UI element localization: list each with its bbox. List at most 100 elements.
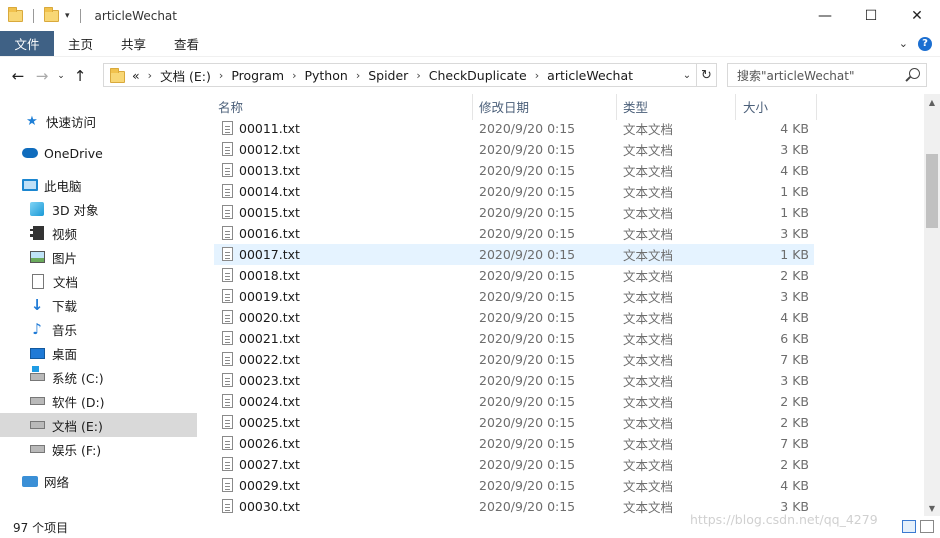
- chevron-right-icon[interactable]: ›: [416, 69, 420, 82]
- column-divider[interactable]: [735, 94, 736, 120]
- file-date: 2020/9/20 0:15: [479, 310, 576, 325]
- up-button[interactable]: ↑: [68, 64, 92, 88]
- column-header-date[interactable]: 修改日期: [479, 94, 616, 118]
- sidebar-item-documents[interactable]: 文档: [0, 269, 197, 293]
- breadcrumb-spider[interactable]: Spider: [368, 68, 408, 83]
- text-file-icon: [222, 184, 233, 198]
- details-view-icon[interactable]: [902, 520, 916, 533]
- file-row[interactable]: 00012.txt 2020/9/20 0:15 文本文档 3 KB: [214, 139, 814, 160]
- recent-locations-icon[interactable]: ⌄: [54, 64, 68, 88]
- file-type: 文本文档: [623, 311, 674, 326]
- chevron-down-icon[interactable]: ⌄: [678, 70, 696, 81]
- film-icon: [30, 226, 44, 240]
- file-row[interactable]: 00015.txt 2020/9/20 0:15 文本文档 1 KB: [214, 202, 814, 223]
- sidebar-item-drive-e[interactable]: 文档 (E:): [0, 413, 197, 437]
- breadcrumb-python[interactable]: Python: [304, 68, 347, 83]
- help-icon[interactable]: ?: [918, 36, 932, 51]
- chevron-right-icon[interactable]: ›: [292, 69, 296, 82]
- file-row[interactable]: 00013.txt 2020/9/20 0:15 文本文档 4 KB: [214, 160, 814, 181]
- file-row[interactable]: 00023.txt 2020/9/20 0:15 文本文档 3 KB: [214, 370, 814, 391]
- chevron-right-icon[interactable]: ›: [535, 69, 539, 82]
- breadcrumb-program[interactable]: Program: [231, 68, 284, 83]
- sidebar-item-drive-d[interactable]: 软件 (D:): [0, 389, 197, 413]
- breadcrumb-drive[interactable]: 文档 (E:): [160, 66, 211, 85]
- file-row[interactable]: 00022.txt 2020/9/20 0:15 文本文档 7 KB: [214, 349, 814, 370]
- search-input[interactable]: 搜索"articleWechat": [727, 63, 927, 87]
- file-row[interactable]: 00014.txt 2020/9/20 0:15 文本文档 1 KB: [214, 181, 814, 202]
- sidebar-item-label: 系统 (C:): [52, 370, 104, 386]
- file-row[interactable]: 00026.txt 2020/9/20 0:15 文本文档 7 KB: [214, 433, 814, 454]
- sidebar-item-downloads[interactable]: ↓ 下载: [0, 293, 197, 317]
- breadcrumb-articlewechat[interactable]: articleWechat: [547, 68, 633, 83]
- file-name: 00013.txt: [239, 163, 300, 178]
- file-list: ⌃ 名称 修改日期 类型 大小 00011.txt 2020/9/20 0:15 文…: [214, 94, 926, 516]
- file-row[interactable]: 00024.txt 2020/9/20 0:15 文本文档 2 KB: [214, 391, 814, 412]
- sidebar-item-music[interactable]: ♪ 音乐: [0, 317, 197, 341]
- tab-share[interactable]: 共享: [107, 31, 160, 56]
- tab-view[interactable]: 查看: [160, 31, 213, 56]
- file-type: 文本文档: [623, 227, 674, 242]
- file-row[interactable]: 00027.txt 2020/9/20 0:15 文本文档 2 KB: [214, 454, 814, 475]
- chevron-right-icon[interactable]: ›: [148, 69, 152, 82]
- file-row[interactable]: 00017.txt 2020/9/20 0:15 文本文档 1 KB: [214, 244, 814, 265]
- file-row[interactable]: 00019.txt 2020/9/20 0:15 文本文档 3 KB: [214, 286, 814, 307]
- file-row[interactable]: 00011.txt 2020/9/20 0:15 文本文档 4 KB: [214, 118, 814, 139]
- sidebar-item-onedrive[interactable]: OneDrive: [0, 141, 197, 165]
- file-row[interactable]: 00016.txt 2020/9/20 0:15 文本文档 3 KB: [214, 223, 814, 244]
- column-divider[interactable]: [472, 94, 473, 120]
- sidebar-item-quick-access[interactable]: ★ 快速访问: [0, 109, 197, 133]
- breadcrumb-checkduplicate[interactable]: CheckDuplicate: [429, 68, 527, 83]
- column-header-size[interactable]: 大小: [743, 94, 813, 118]
- column-divider[interactable]: [816, 94, 817, 120]
- sidebar-item-drive-c[interactable]: 系统 (C:): [0, 365, 197, 389]
- sidebar-item-network[interactable]: 网络: [0, 469, 197, 493]
- refresh-icon[interactable]: ↻: [696, 64, 716, 86]
- expand-ribbon-icon[interactable]: ⌄: [899, 37, 908, 50]
- minimize-button[interactable]: —: [802, 0, 848, 31]
- ribbon-tabs: 文件 主页 共享 查看 ⌄ ?: [0, 31, 940, 56]
- vertical-scrollbar[interactable]: ▲ ▼: [924, 94, 940, 516]
- close-button[interactable]: ✕: [894, 0, 940, 31]
- column-divider[interactable]: [616, 94, 617, 120]
- file-type: 文本文档: [623, 290, 674, 305]
- sidebar-item-videos[interactable]: 视频: [0, 221, 197, 245]
- file-row[interactable]: 00025.txt 2020/9/20 0:15 文本文档 2 KB: [214, 412, 814, 433]
- file-size: 2 KB: [780, 268, 809, 283]
- forward-button[interactable]: →: [30, 64, 54, 88]
- sidebar-item-desktop[interactable]: 桌面: [0, 341, 197, 365]
- music-note-icon: ♪: [32, 320, 42, 338]
- tab-file[interactable]: 文件: [0, 31, 54, 56]
- tab-home[interactable]: 主页: [54, 31, 107, 56]
- column-header-name[interactable]: ⌃ 名称: [218, 94, 472, 118]
- sidebar-item-pictures[interactable]: 图片: [0, 245, 197, 269]
- search-icon[interactable]: [909, 68, 920, 79]
- file-row[interactable]: 00020.txt 2020/9/20 0:15 文本文档 4 KB: [214, 307, 814, 328]
- file-type: 文本文档: [623, 164, 674, 179]
- scroll-down-icon[interactable]: ▼: [924, 500, 940, 516]
- file-row[interactable]: 00018.txt 2020/9/20 0:15 文本文档 2 KB: [214, 265, 814, 286]
- sidebar-item-this-pc[interactable]: 此电脑: [0, 173, 197, 197]
- large-icons-view-icon[interactable]: [920, 520, 934, 533]
- address-bar[interactable]: « › 文档 (E:) › Program › Python › Spider …: [103, 63, 717, 87]
- column-header-type[interactable]: 类型: [623, 94, 733, 118]
- back-button[interactable]: ←: [6, 64, 30, 88]
- new-folder-icon[interactable]: [44, 6, 59, 22]
- navigation-bar: ← → ⌄ ↑ « › 文档 (E:) › Program › Python ›…: [0, 56, 940, 94]
- file-row[interactable]: 00021.txt 2020/9/20 0:15 文本文档 6 KB: [214, 328, 814, 349]
- download-icon: ↓: [30, 296, 44, 314]
- chevron-right-icon[interactable]: ›: [219, 69, 223, 82]
- breadcrumb-overflow[interactable]: «: [132, 68, 140, 83]
- customize-toolbar-icon[interactable]: ▾: [65, 11, 70, 21]
- sidebar-item-drive-f[interactable]: 娱乐 (F:): [0, 437, 197, 461]
- folder-icon[interactable]: [8, 6, 23, 22]
- system-drive-icon: [30, 366, 45, 381]
- chevron-right-icon[interactable]: ›: [356, 69, 360, 82]
- file-name: 00020.txt: [239, 310, 300, 325]
- sidebar-item-3d-objects[interactable]: 3D 对象: [0, 197, 197, 221]
- file-row[interactable]: 00029.txt 2020/9/20 0:15 文本文档 4 KB: [214, 475, 814, 496]
- file-name: 00016.txt: [239, 226, 300, 241]
- file-date: 2020/9/20 0:15: [479, 184, 576, 199]
- scrollbar-thumb[interactable]: [926, 154, 938, 228]
- maximize-button[interactable]: ☐: [848, 0, 894, 31]
- scroll-up-icon[interactable]: ▲: [924, 94, 940, 110]
